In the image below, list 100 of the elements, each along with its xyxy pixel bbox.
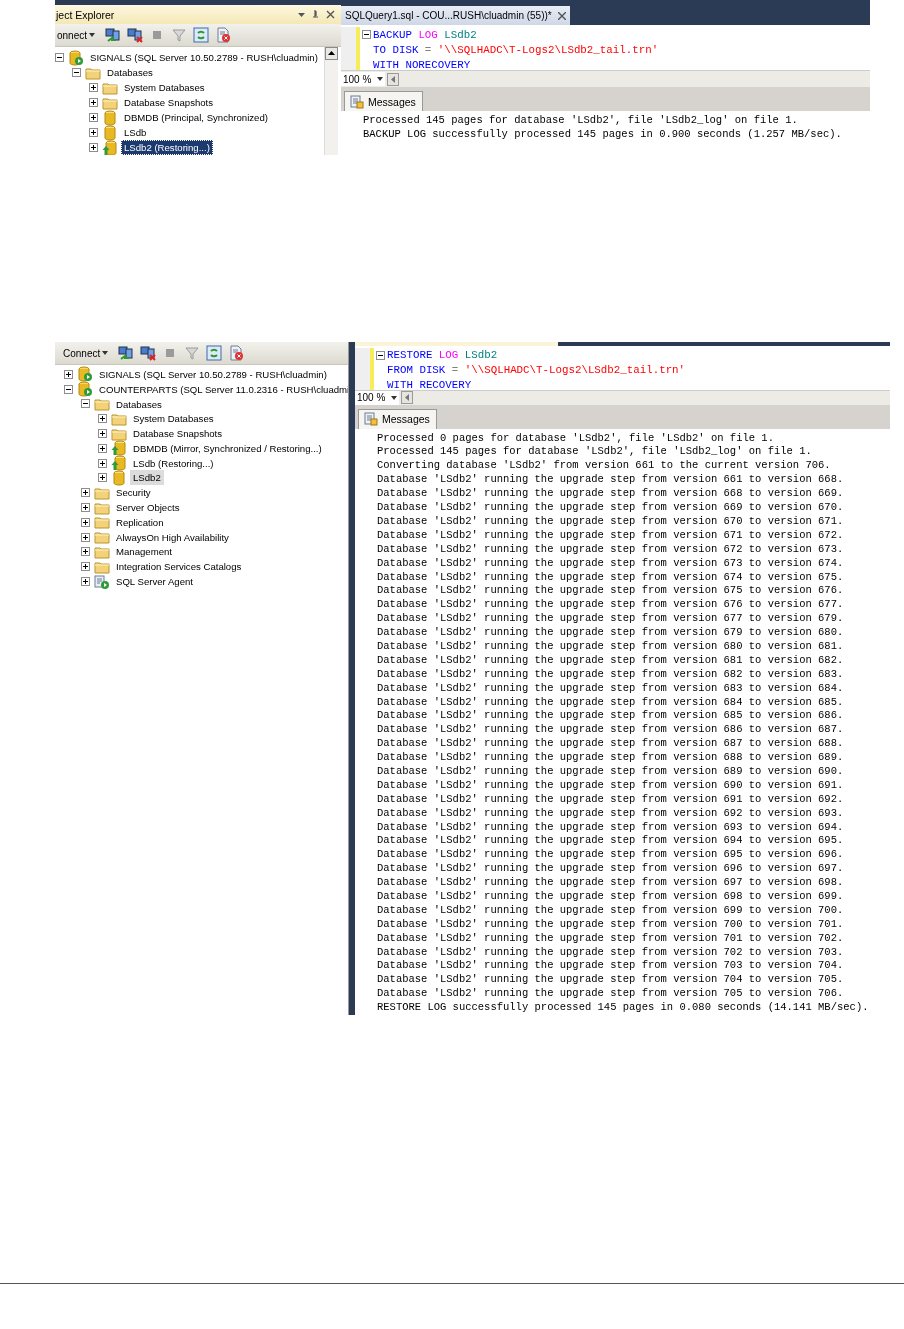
message-line: Database 'LSdb2' running the upgrade step from version 693 to version 694. — [377, 820, 845, 835]
expand-icon[interactable] — [81, 532, 90, 542]
expand-icon[interactable] — [81, 562, 90, 572]
folder-icon — [94, 514, 110, 531]
connect-button[interactable]: Connect — [57, 347, 109, 359]
expand-icon[interactable] — [98, 429, 107, 439]
disconnect-server-icon[interactable] — [127, 27, 144, 43]
code-line: FROM DISK = '\\SQLHADC\T-Logs2\LSdb2_tail.trn' — [387, 364, 686, 376]
tree-item[interactable]: Database Snapshots — [121, 95, 217, 110]
message-line: Processed 145 pages for database 'LSdb2', file 'LSdb2_log' on file 1. — [363, 113, 799, 127]
tree-item[interactable]: DBMDB (Mirror, Synchronized / Restoring...) — [130, 440, 325, 456]
expand-icon[interactable] — [81, 517, 90, 527]
agent-icon — [94, 573, 110, 590]
tree-item[interactable]: LSdb (Restoring...) — [130, 455, 217, 471]
refresh-icon[interactable] — [206, 345, 223, 361]
message-line: Database 'LSdb2' running the upgrade step from version 691 to version 692. — [377, 792, 845, 807]
message-line: Database 'LSdb2' running the upgrade step from version 703 to version 704. — [377, 959, 845, 974]
expand-icon[interactable] — [98, 443, 107, 453]
tree-item[interactable]: SIGNALS (SQL Server 10.50.2789 - RUSH\cluadmin) — [96, 366, 330, 382]
tree-item[interactable]: Databases — [113, 396, 165, 412]
collapse-icon[interactable] — [72, 68, 81, 77]
tree-item[interactable]: DBMDB (Principal, Synchronized) — [121, 110, 271, 125]
message-line: Database 'LSdb2' running the upgrade step from version 672 to version 673. — [377, 542, 845, 557]
tree-item[interactable]: COUNTERPARTS (SQL Server 11.0.2316 - RUSH\cluadmi — [96, 381, 348, 397]
message-line: Database 'LSdb2' running the upgrade step from version 676 to version 677. — [377, 598, 845, 613]
scrollbar[interactable] — [324, 47, 338, 155]
message-line: Database 'LSdb2' running the upgrade step from version 680 to version 681. — [377, 639, 845, 654]
connect-button[interactable]: onnect — [57, 29, 96, 41]
tree-item[interactable]: SQL Server Agent — [113, 574, 196, 590]
expand-icon[interactable] — [98, 414, 107, 424]
page-delete-icon[interactable] — [215, 27, 232, 43]
expand-icon[interactable] — [81, 547, 90, 557]
tree-item[interactable]: Integration Services Catalogs — [113, 559, 245, 575]
expand-icon[interactable] — [81, 503, 90, 513]
message-line: Database 'LSdb2' running the upgrade step from version 669 to version 670. — [377, 501, 845, 515]
scroll-up-icon[interactable] — [325, 47, 338, 60]
zoom-dropdown[interactable]: 100 % — [341, 72, 385, 86]
expand-icon[interactable] — [89, 143, 98, 152]
tree-item[interactable]: System Databases — [121, 80, 208, 95]
message-line: Database 'LSdb2' running the upgrade step from version 684 to version 685. — [377, 695, 845, 710]
message-line: Database 'LSdb2' running the upgrade step from version 685 to version 686. — [377, 709, 845, 724]
tree-item[interactable]: AlwaysOn High Availability — [113, 529, 232, 545]
expand-icon[interactable] — [89, 113, 98, 122]
expand-icon[interactable] — [81, 577, 90, 587]
scroll-left-icon[interactable] — [401, 391, 413, 405]
message-line: Database 'LSdb2' running the upgrade step from version 682 to version 683. — [377, 667, 845, 682]
collapse-icon[interactable] — [64, 384, 73, 394]
message-line: Database 'LSdb2' running the upgrade step from version 688 to version 689. — [377, 751, 845, 765]
folder-icon — [94, 529, 110, 546]
message-line: Database 'LSdb2' running the upgrade step from version 671 to version 672. — [377, 528, 845, 543]
tree-item[interactable]: LSdb2 (Restoring...) — [121, 140, 213, 155]
panel-controls-icon[interactable] — [297, 9, 337, 20]
code-line: RESTORE LOG LSdb2 — [387, 349, 498, 361]
collapse-icon[interactable] — [362, 30, 371, 39]
messages-tab[interactable]: Messages — [358, 408, 437, 429]
page-delete-icon[interactable] — [228, 345, 245, 361]
tree-item[interactable]: LSdb — [121, 125, 150, 140]
disconnect-server-icon[interactable] — [140, 345, 157, 361]
expand-icon[interactable] — [64, 369, 73, 379]
tree-item[interactable]: Management — [113, 544, 175, 560]
refresh-icon[interactable] — [193, 27, 210, 43]
collapse-icon[interactable] — [376, 350, 385, 360]
collapse-icon[interactable] — [55, 53, 64, 62]
message-line: Database 'LSdb2' running the upgrade step from version 674 to version 675. — [377, 570, 845, 585]
connect-server-icon[interactable] — [105, 27, 122, 43]
message-line: Database 'LSdb2' running the upgrade step from version 700 to version 701. — [377, 917, 845, 932]
message-line: Database 'LSdb2' running the upgrade step from version 687 to version 688. — [377, 737, 845, 752]
message-line: Processed 145 pages for database 'LSdb2', file 'LSdb2_log' on file 1. — [377, 445, 813, 460]
folder-icon — [94, 396, 110, 412]
tree-item[interactable]: System Databases — [130, 411, 217, 427]
expand-icon[interactable] — [89, 98, 98, 107]
tree-item[interactable]: SIGNALS (SQL Server 10.50.2789 - RUSH\cluadmin) — [87, 50, 321, 65]
expand-icon[interactable] — [81, 488, 90, 498]
database-arrow-icon — [102, 139, 118, 155]
zoom-dropdown[interactable]: 100 % — [355, 390, 399, 405]
message-line: Database 'LSdb2' running the upgrade step from version 705 to version 706. — [377, 987, 845, 1002]
messages-tab[interactable]: Messages — [344, 91, 423, 111]
expand-icon[interactable] — [98, 458, 107, 468]
close-icon[interactable] — [557, 11, 566, 20]
collapse-icon[interactable] — [81, 399, 90, 409]
message-line: Database 'LSdb2' running the upgrade step from version 698 to version 699. — [377, 890, 845, 904]
message-line: Database 'LSdb2' running the upgrade step from version 686 to version 687. — [377, 723, 845, 738]
connect-server-icon[interactable] — [118, 345, 135, 361]
expand-icon[interactable] — [89, 128, 98, 137]
tree-item[interactable]: Server Objects — [113, 500, 183, 516]
messages-icon — [364, 412, 378, 427]
code-editor[interactable]: BACKUP LOG LSdb2 TO DISK = '\\SQLHADC\T-Logs2\LSdb2_tail.trn' WITH NORECOVERY — [341, 25, 870, 70]
tree-item[interactable]: Databases — [104, 65, 156, 80]
message-line: Database 'LSdb2' running the upgrade step from version 668 to version 669. — [377, 487, 845, 502]
expand-icon[interactable] — [89, 83, 98, 92]
query-tab[interactable]: SQLQuery1.sql - COU...RUSH\cluadmin (55))* — [341, 6, 570, 25]
scroll-left-icon[interactable] — [387, 72, 399, 86]
tree-item[interactable]: LSdb2 — [130, 470, 164, 486]
server-icon — [68, 49, 84, 66]
tree-item[interactable]: Database Snapshots — [130, 426, 226, 442]
panel-title: ject Explorer — [56, 8, 116, 21]
tree-item[interactable]: Security — [113, 485, 154, 501]
expand-icon[interactable] — [98, 473, 107, 483]
tree-item[interactable]: Replication — [113, 514, 167, 530]
message-line: Database 'LSdb2' running the upgrade step from version 697 to version 698. — [377, 876, 845, 890]
